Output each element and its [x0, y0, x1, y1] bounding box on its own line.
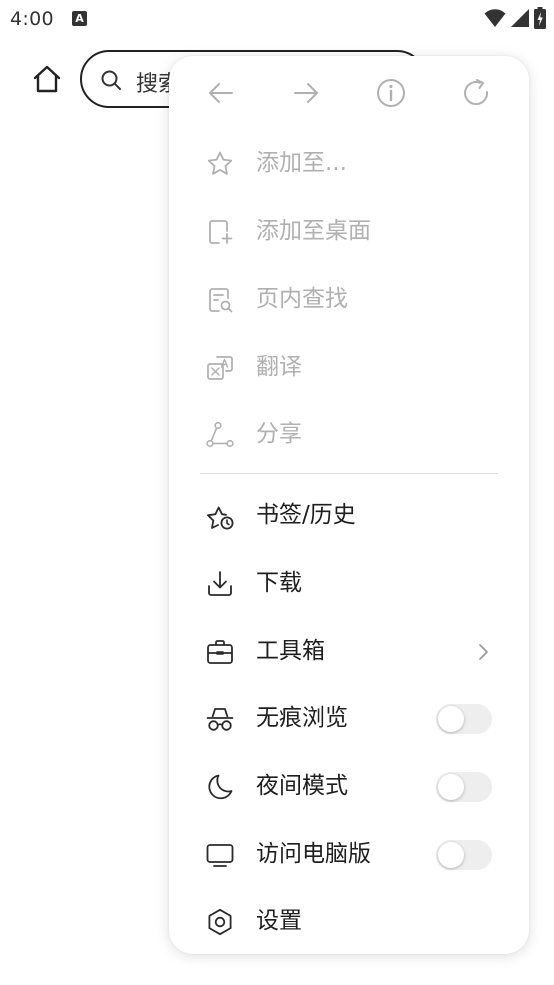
menu-item-translate[interactable]: 翻译 — [169, 337, 529, 397]
toggle-knob — [438, 774, 464, 800]
menu-nav-row — [169, 56, 529, 130]
cell-signal-icon — [511, 9, 529, 27]
menu-item-add-to[interactable]: 添加至... — [169, 133, 529, 193]
incognito-toggle[interactable] — [436, 704, 492, 734]
overflow-menu: 添加至... 添加至桌面 页内查找 翻译 分享 书签/历史 下载 工具箱 无痕浏… — [169, 56, 529, 954]
search-icon — [101, 70, 121, 90]
menu-item-label: 书签/历史 — [256, 502, 356, 528]
moon-icon — [208, 774, 233, 800]
menu-item-label: 添加至桌面 — [256, 218, 371, 244]
wifi-icon — [484, 9, 506, 27]
monitor-icon — [206, 844, 234, 867]
add-to-desktop-icon — [209, 220, 233, 244]
menu-divider — [200, 473, 498, 474]
gear-icon — [208, 908, 232, 936]
download-icon — [208, 571, 232, 596]
menu-item-label: 分享 — [256, 421, 302, 447]
menu-item-label: 夜间模式 — [256, 773, 348, 799]
forward-arrow-icon[interactable] — [290, 77, 322, 109]
menu-item-download[interactable]: 下载 — [169, 553, 529, 613]
menu-item-label: 设置 — [256, 908, 302, 934]
info-icon[interactable] — [375, 77, 407, 109]
status-time: 4:00 — [10, 8, 54, 30]
menu-item-label: 工具箱 — [256, 638, 325, 664]
find-in-page-icon — [209, 288, 233, 313]
star-icon — [207, 151, 233, 175]
toggle-knob — [438, 706, 464, 732]
menu-item-add-to-desktop[interactable]: 添加至桌面 — [169, 201, 529, 261]
menu-item-share[interactable]: 分享 — [169, 404, 529, 464]
menu-item-incognito[interactable]: 无痕浏览 — [169, 688, 529, 748]
bookmark-history-icon — [207, 506, 234, 530]
toggle-knob — [438, 842, 464, 868]
menu-item-label: 页内查找 — [256, 286, 348, 312]
menu-item-night-mode[interactable]: 夜间模式 — [169, 756, 529, 816]
night-mode-toggle[interactable] — [436, 772, 492, 802]
incognito-icon — [206, 708, 234, 731]
menu-item-desktop-site[interactable]: 访问电脑版 — [169, 824, 529, 884]
menu-item-bookmarks-history[interactable]: 书签/历史 — [169, 485, 529, 545]
chevron-right-icon — [479, 644, 488, 660]
menu-item-label: 无痕浏览 — [256, 705, 348, 731]
refresh-icon[interactable] — [460, 77, 492, 109]
notification-icon: A — [72, 11, 87, 26]
menu-item-label: 添加至... — [256, 150, 347, 176]
menu-item-toolbox[interactable]: 工具箱 — [169, 621, 529, 681]
status-bar: 4:00 A — [0, 0, 554, 38]
status-right-group — [484, 7, 546, 29]
menu-item-find-in-page[interactable]: 页内查找 — [169, 269, 529, 329]
translate-icon — [207, 356, 233, 380]
toolbox-icon — [207, 640, 233, 664]
share-icon — [206, 421, 234, 448]
desktop-site-toggle[interactable] — [436, 840, 492, 870]
menu-item-settings[interactable]: 设置 — [169, 891, 529, 951]
menu-item-label: 下载 — [256, 570, 302, 596]
menu-item-label: 翻译 — [256, 354, 302, 380]
home-icon[interactable] — [32, 64, 62, 94]
menu-item-label: 访问电脑版 — [256, 841, 371, 867]
battery-icon — [534, 7, 546, 29]
back-arrow-icon[interactable] — [205, 77, 237, 109]
